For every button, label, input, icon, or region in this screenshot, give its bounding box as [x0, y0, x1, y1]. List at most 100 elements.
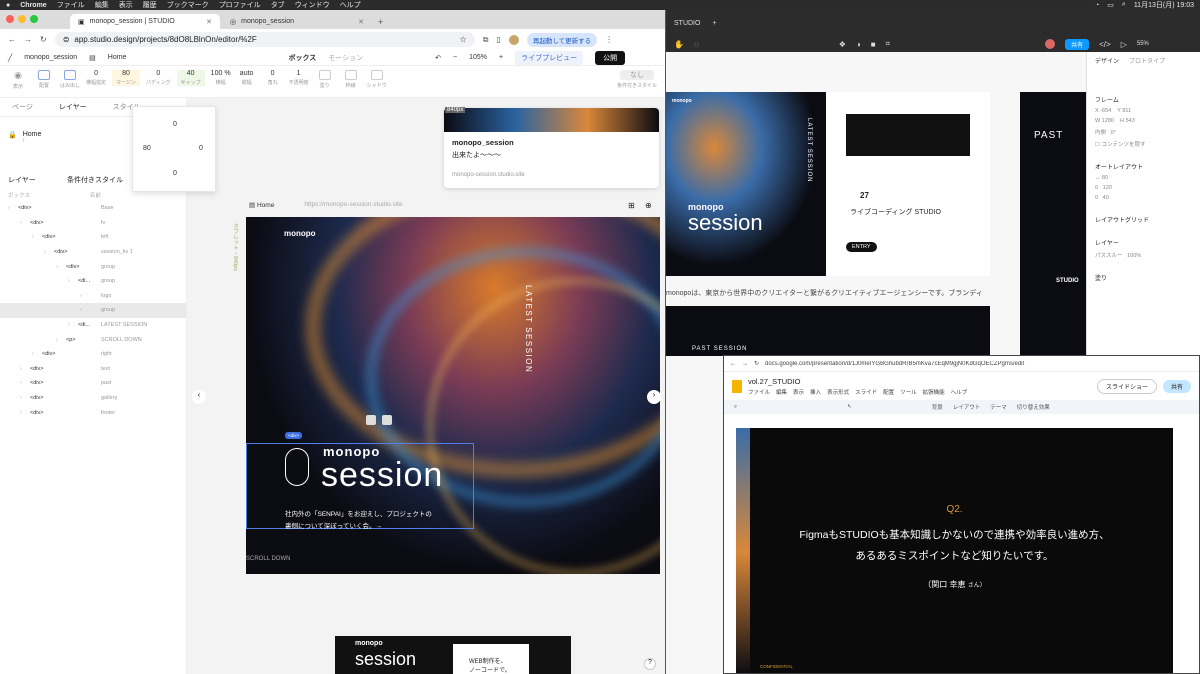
- chevron-icon[interactable]: ›: [68, 322, 70, 328]
- editor-canvas[interactable]: monopo_session 出来たよ〜〜〜 monopo-session.st…: [187, 98, 665, 674]
- figma-prototype-tab[interactable]: プロトタイプ: [1129, 56, 1165, 65]
- crop-icon[interactable]: ⌗: [886, 39, 891, 49]
- dev-mode-icon[interactable]: </>: [1099, 40, 1111, 49]
- zoom-plus-icon[interactable]: +: [499, 54, 503, 61]
- figma-add-tab-icon[interactable]: +: [712, 20, 716, 27]
- figma-design-tab[interactable]: デザイン: [1095, 56, 1119, 65]
- browser-tab-studio[interactable]: ▣ monopo_session | STUDIO ✕: [70, 14, 220, 29]
- menubar-item[interactable]: プロファイル: [219, 0, 261, 10]
- chevron-icon[interactable]: ›: [56, 337, 58, 343]
- component-icon[interactable]: ❖: [839, 40, 846, 49]
- battery-icon[interactable]: ▭: [1107, 1, 1114, 9]
- figma-h-input[interactable]: 543: [1126, 118, 1135, 124]
- help-icon[interactable]: ?: [644, 658, 656, 670]
- layer-row[interactable]: › <div> left: [0, 230, 186, 245]
- slides-url[interactable]: docs.google.com/presentation/d/1J0meIYGB…: [765, 361, 1025, 367]
- slideshow-button[interactable]: スライドショー: [1096, 378, 1157, 394]
- zoom-icon[interactable]: ⌕: [734, 404, 737, 411]
- figma-latest-card[interactable]: 27 ライブコーディング STUDIO ENTRY: [826, 92, 990, 276]
- layer-row[interactable]: › <di... LATEST SESSION: [0, 318, 186, 333]
- menubar-item[interactable]: タブ: [271, 0, 285, 10]
- margin-bottom-input[interactable]: 0: [173, 170, 177, 177]
- figma-zoom[interactable]: 55%: [1137, 41, 1149, 47]
- chevron-icon[interactable]: ›: [32, 234, 34, 240]
- chevron-icon[interactable]: ›: [20, 410, 22, 416]
- margin-control[interactable]: 80 マージン: [112, 70, 140, 86]
- layer-row[interactable]: › <div> right: [0, 347, 186, 362]
- slides-menu-item[interactable]: 配置: [883, 388, 894, 396]
- browser-tab-site[interactable]: ◎ monopo_session ✕: [222, 14, 372, 29]
- preview-button[interactable]: ライブプレビュー: [515, 50, 584, 65]
- close-tab-icon[interactable]: ✕: [206, 18, 212, 26]
- slides-menu-item[interactable]: 表示: [793, 388, 804, 396]
- menubar-item[interactable]: 履歴: [143, 0, 157, 10]
- layer-row[interactable]: › <div> Base: [0, 201, 186, 216]
- slides-menu-item[interactable]: 拡張機能: [923, 388, 945, 396]
- fill-control[interactable]: 塗り: [315, 70, 335, 89]
- entry-button[interactable]: ENTRY: [846, 242, 877, 252]
- left-arrow-icon[interactable]: ‹: [192, 390, 206, 404]
- chevron-icon[interactable]: ›: [20, 395, 22, 401]
- publish-button[interactable]: 公開: [595, 50, 626, 65]
- layer-row[interactable]: › <div> group: [0, 259, 186, 274]
- chevron-icon[interactable]: ›: [80, 293, 82, 299]
- reload-icon[interactable]: ↻: [40, 35, 47, 44]
- display-control[interactable]: ◉ 表示: [8, 70, 28, 90]
- layer-row[interactable]: › <div> footer: [0, 405, 186, 420]
- clip-content-checkbox[interactable]: ☐: [1095, 142, 1100, 148]
- zoom-minus-icon[interactable]: −: [453, 54, 457, 61]
- close-window-icon[interactable]: [6, 15, 14, 23]
- reload-icon[interactable]: ↻: [754, 360, 759, 367]
- width-mode-control[interactable]: 0 横幅指定: [86, 70, 106, 86]
- chevron-icon[interactable]: ›: [44, 249, 46, 255]
- slides-menu-item[interactable]: ツール: [900, 388, 917, 396]
- forward-icon[interactable]: →: [24, 35, 32, 44]
- chevron-icon[interactable]: ›: [68, 278, 70, 284]
- al-pad-v-input[interactable]: 120: [1103, 185, 1112, 191]
- site-info-icon[interactable]: ⊜: [63, 35, 70, 44]
- next-section-thumbnail[interactable]: monopo session WEB制作を、 ノーコードで。: [335, 636, 571, 674]
- layer-row[interactable]: › <div> session_kv 1: [0, 245, 186, 260]
- zoom-level[interactable]: 105%: [469, 54, 487, 61]
- image-action-icon[interactable]: [366, 415, 376, 425]
- slides-menu-item[interactable]: スライド: [855, 388, 877, 396]
- tab-layers[interactable]: レイヤー: [59, 102, 87, 112]
- download-icon[interactable]: [382, 415, 392, 425]
- boolean-icon[interactable]: ■: [871, 40, 876, 49]
- mode-box-tab[interactable]: ボックス: [288, 53, 316, 63]
- extension-icon[interactable]: ⧉: [483, 35, 489, 45]
- shadow-control[interactable]: シャドウ: [367, 70, 387, 89]
- pen-icon[interactable]: ╱: [8, 54, 12, 62]
- layer-row[interactable]: › <div> text: [0, 362, 186, 377]
- margin-right-input[interactable]: 0: [199, 145, 203, 152]
- padding-control[interactable]: 0 パディング: [146, 70, 171, 86]
- menubar-item[interactable]: 表示: [119, 0, 133, 10]
- figma-share-button[interactable]: 共有: [1065, 38, 1090, 50]
- right-arrow-icon[interactable]: ›: [647, 390, 661, 404]
- doc-title[interactable]: vol.27_STUDIO: [748, 377, 967, 386]
- overflow-control[interactable]: はみ出し: [60, 70, 80, 89]
- figma-past-strip[interactable]: PAST SESSION: [666, 306, 990, 356]
- chevron-icon[interactable]: ›: [32, 351, 34, 357]
- undo-icon[interactable]: ↶: [435, 54, 441, 62]
- project-name[interactable]: monopo_session: [24, 54, 77, 61]
- collaborator-avatar[interactable]: [1045, 39, 1056, 49]
- forward-icon[interactable]: →: [742, 361, 748, 367]
- layer-row[interactable]: › <div> fv: [0, 216, 186, 231]
- zoom-window-icon[interactable]: [30, 15, 38, 23]
- figma-y-input[interactable]: 811: [1122, 108, 1131, 114]
- chevron-icon[interactable]: ›: [80, 307, 82, 313]
- menubar-app[interactable]: Chrome: [20, 2, 46, 9]
- restart-update-button[interactable]: 再起動して更新する: [526, 32, 598, 47]
- sidebar-icon[interactable]: ▯: [496, 35, 500, 44]
- slides-menu-item[interactable]: ヘルプ: [951, 388, 968, 396]
- profile-avatar[interactable]: [508, 34, 519, 45]
- slides-menu-item[interactable]: ファイル: [748, 388, 770, 396]
- menubar-item[interactable]: ヘルプ: [340, 0, 361, 10]
- layer-row[interactable]: › <div> past: [0, 376, 186, 391]
- height-input[interactable]: auto 縦幅: [237, 70, 257, 86]
- current-slide[interactable]: Q2. FigmaもSTUDIOも基本知識しかないので連携や効率良い進め方、 あ…: [736, 428, 1173, 673]
- comment-icon[interactable]: ◌: [694, 40, 699, 49]
- layer-row[interactable]: › logo: [0, 289, 186, 304]
- menubar-item[interactable]: ブックマーク: [167, 0, 209, 10]
